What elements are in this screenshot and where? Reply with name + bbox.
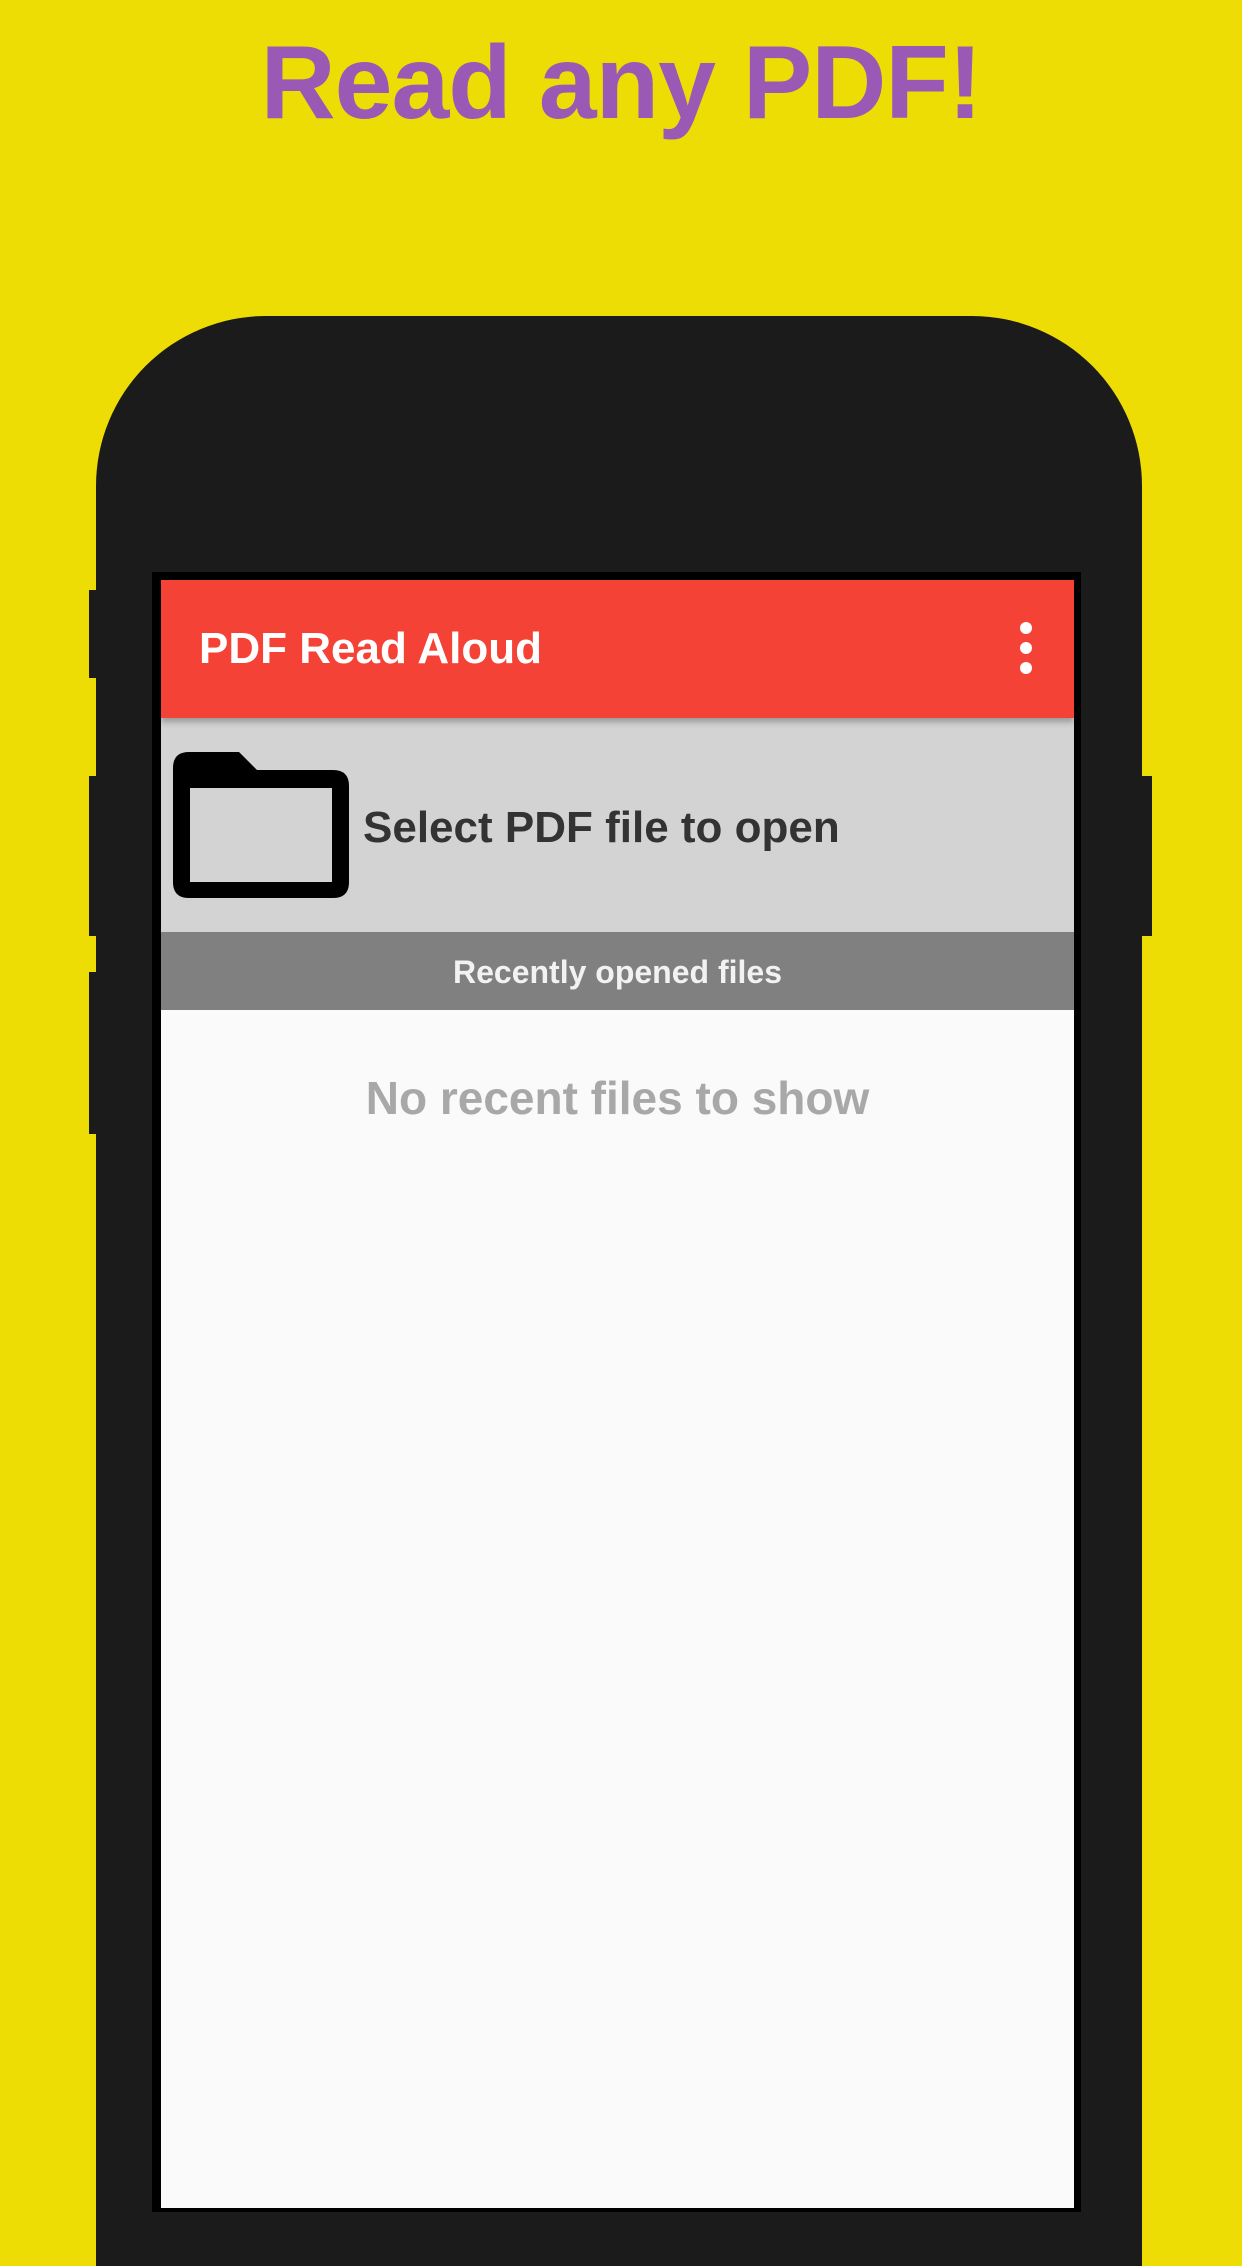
menu-dot xyxy=(1020,662,1032,674)
empty-state-message: No recent files to show xyxy=(365,1072,870,1124)
app-screen: PDF Read Aloud Select PDF file to open R… xyxy=(161,580,1074,2208)
recent-files-header: Recently opened files xyxy=(161,932,1074,1010)
select-pdf-label: Select PDF file to open xyxy=(363,803,840,852)
phone-power-button xyxy=(1142,776,1152,936)
select-pdf-button[interactable]: Select PDF file to open xyxy=(161,718,1074,932)
folder-icon xyxy=(173,752,349,898)
app-title: PDF Read Aloud xyxy=(199,624,543,673)
more-vert-icon[interactable] xyxy=(1011,620,1041,676)
promo-headline: Read any PDF! xyxy=(260,25,983,141)
menu-dot xyxy=(1020,642,1032,654)
menu-dot xyxy=(1020,622,1032,634)
app-bar: PDF Read Aloud xyxy=(161,580,1074,718)
